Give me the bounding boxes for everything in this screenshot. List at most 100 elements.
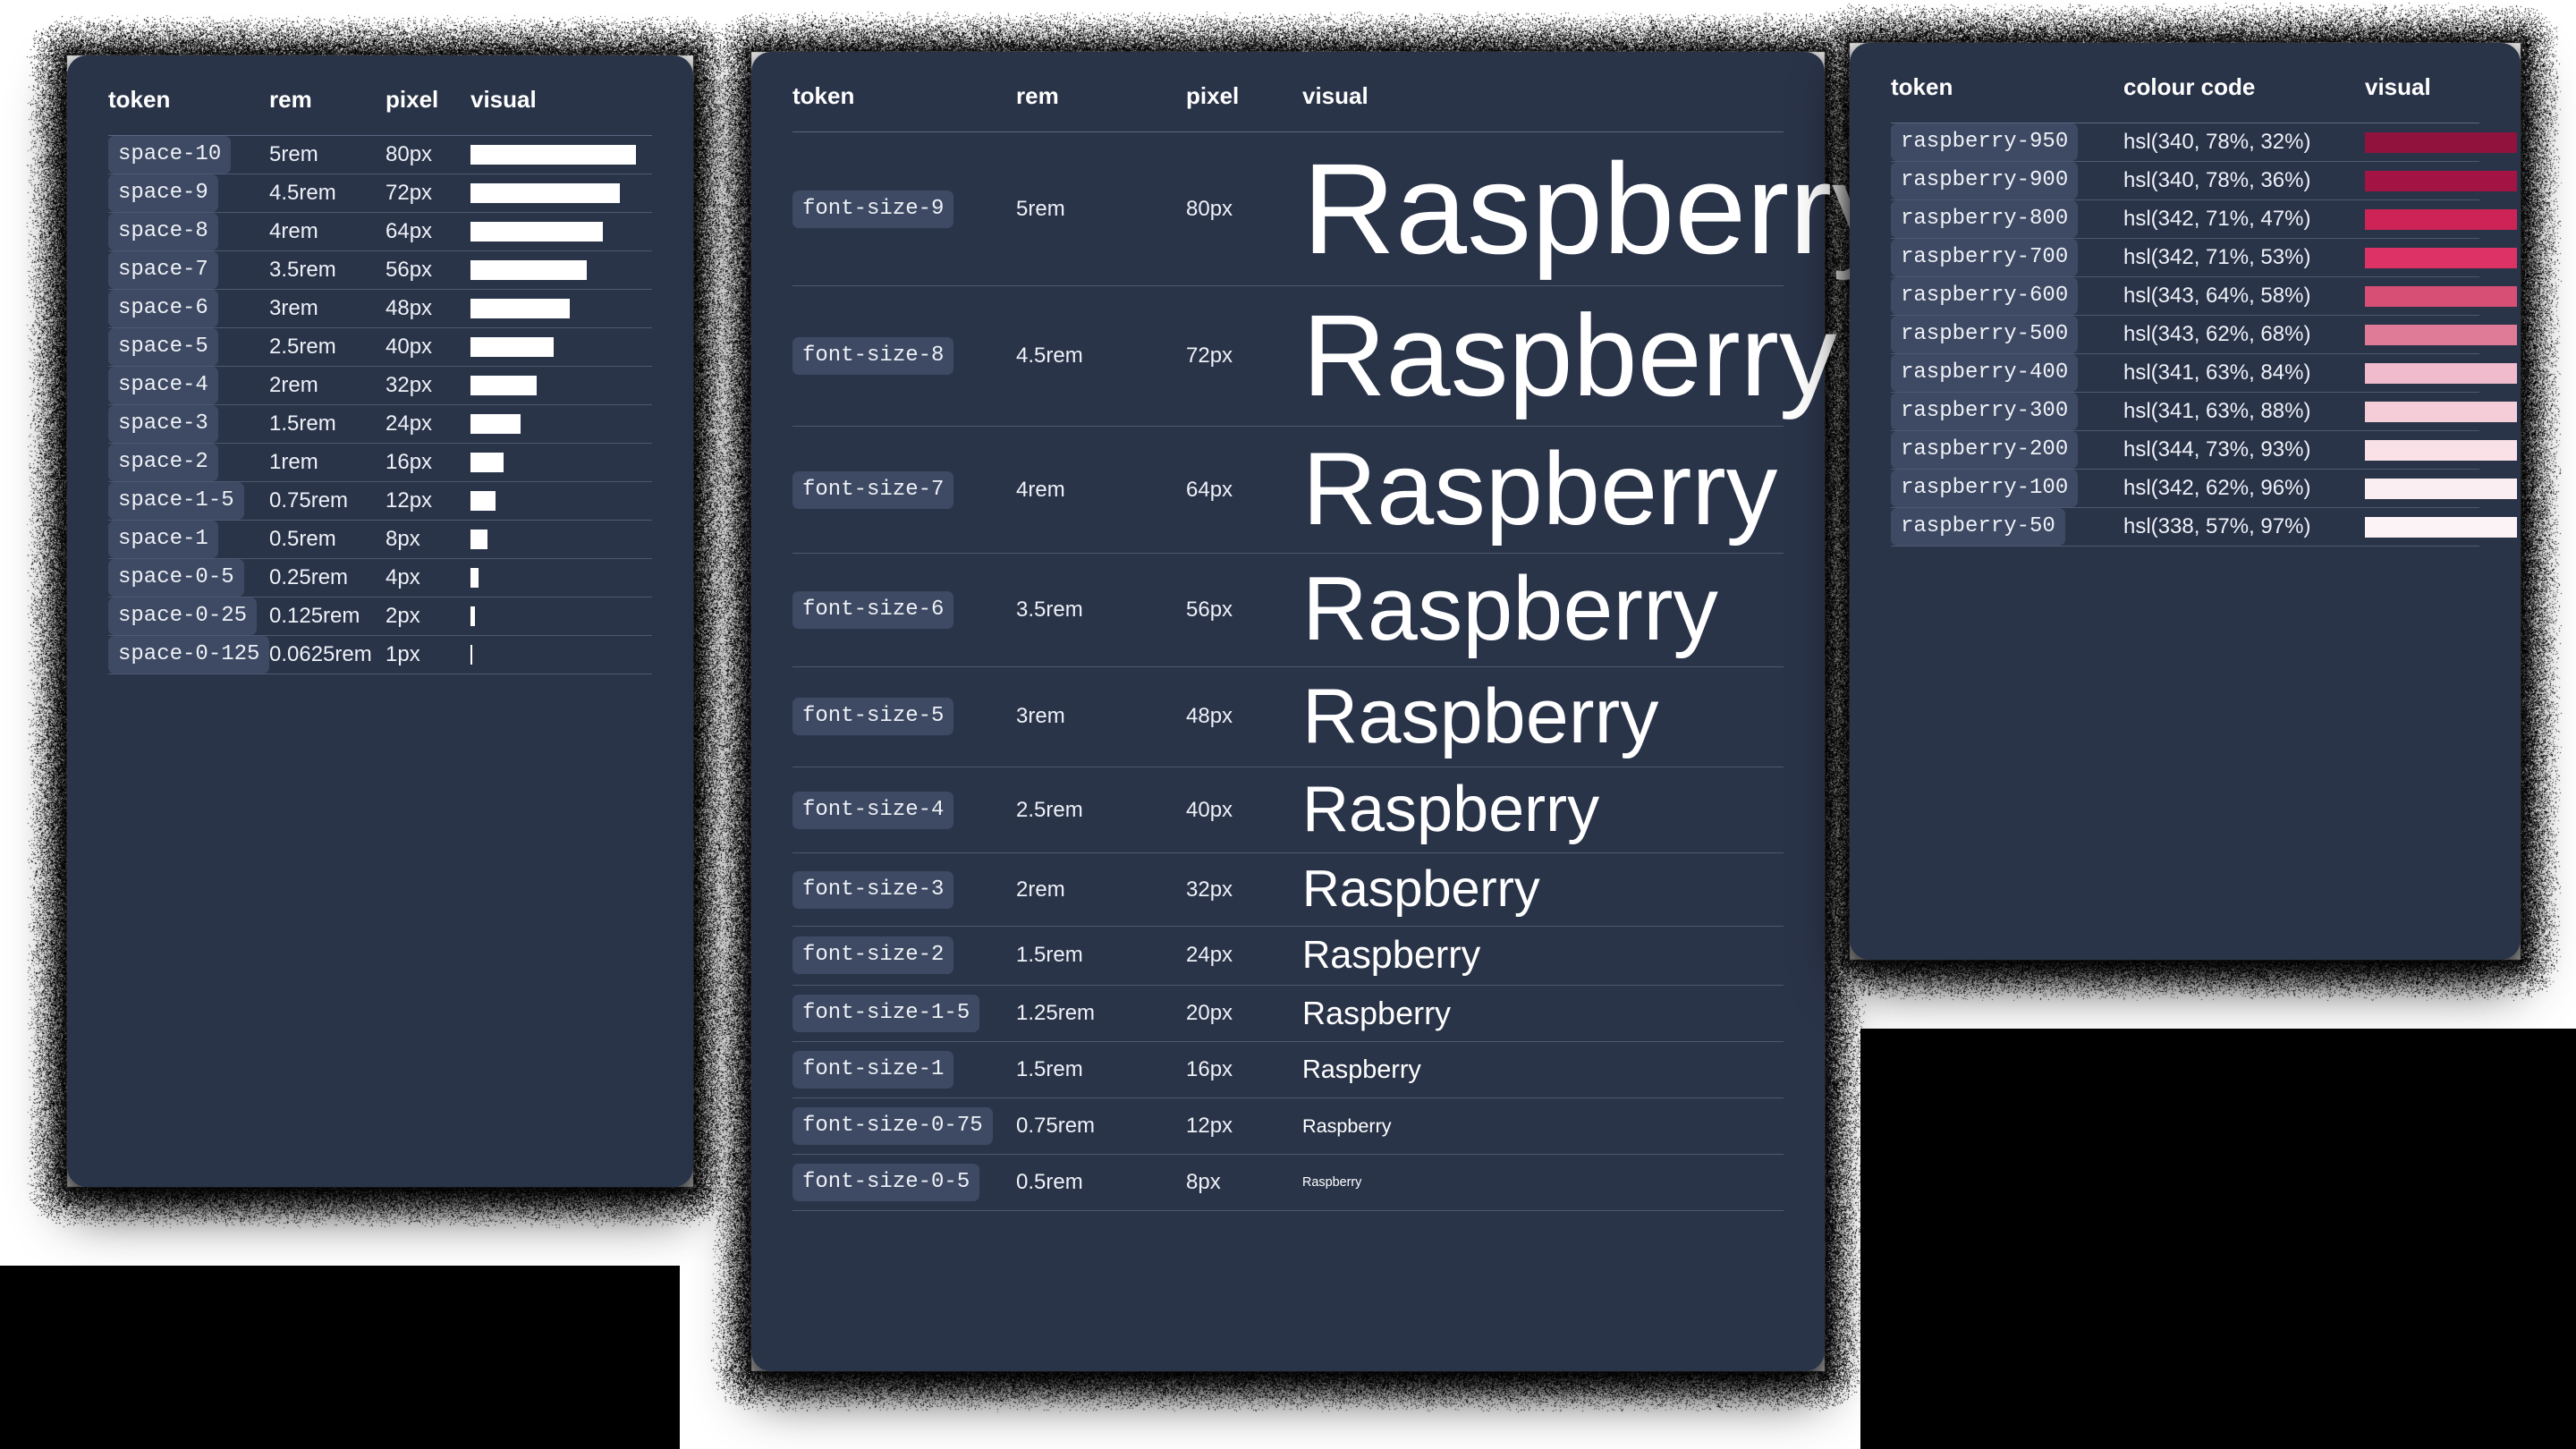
- pixel-cell: 16px: [1186, 1042, 1302, 1098]
- pixel-cell: 8px: [386, 521, 470, 559]
- table-row: font-size-6 3.5rem 56px Raspberry: [792, 554, 1784, 667]
- token-badge[interactable]: font-size-1-5: [792, 995, 979, 1032]
- visual-cell: Raspberry: [1302, 853, 1784, 926]
- pixel-cell: 2px: [386, 597, 470, 636]
- colour-code-cell: hsl(340, 78%, 32%): [2123, 123, 2365, 162]
- token-badge[interactable]: font-size-1: [792, 1051, 953, 1089]
- token-badge[interactable]: space-3: [108, 405, 218, 443]
- token-badge[interactable]: space-4: [108, 367, 218, 404]
- token-cell: space-8: [108, 213, 269, 251]
- table-row: space-7 3.5rem 56px: [108, 251, 652, 290]
- colour-code-value: hsl(344, 73%, 93%): [2123, 437, 2310, 462]
- token-badge[interactable]: space-2: [108, 444, 218, 481]
- colour-code-cell: hsl(343, 64%, 58%): [2123, 277, 2365, 316]
- token-badge[interactable]: raspberry-300: [1891, 393, 2078, 430]
- token-badge[interactable]: space-0-125: [108, 636, 269, 674]
- visual-cell: [2365, 316, 2479, 354]
- token-badge[interactable]: raspberry-200: [1891, 431, 2078, 469]
- table-row: font-size-0-75 0.75rem 12px Raspberry: [792, 1098, 1784, 1155]
- token-badge[interactable]: raspberry-800: [1891, 200, 2078, 238]
- font-sample-text: Raspberry: [1302, 141, 1784, 276]
- colour-swatch: [2365, 402, 2517, 422]
- rem-value: 0.5rem: [269, 527, 336, 551]
- token-badge[interactable]: font-size-6: [792, 591, 953, 629]
- token-badge[interactable]: raspberry-700: [1891, 239, 2078, 276]
- spacing-bar: [470, 222, 603, 242]
- pixel-cell: 48px: [1186, 667, 1302, 767]
- table-row: raspberry-950 hsl(340, 78%, 32%): [1891, 123, 2479, 162]
- table-row: space-10 5rem 80px: [108, 136, 652, 174]
- rem-cell: 0.5rem: [269, 521, 386, 559]
- token-badge[interactable]: raspberry-900: [1891, 162, 2078, 199]
- token-cell: raspberry-50: [1891, 508, 2123, 547]
- token-cell: space-9: [108, 174, 269, 213]
- font-sample-text: Raspberry: [1302, 676, 1784, 758]
- font-size-tokens-table: token rem pixel visual font-size-9 5rem 80…: [792, 82, 1784, 1211]
- rem-value: 5rem: [1016, 197, 1065, 221]
- pixel-cell: 40px: [386, 328, 470, 367]
- pixel-cell: 64px: [1186, 427, 1302, 554]
- pixel-cell: 80px: [386, 136, 470, 174]
- token-badge[interactable]: space-7: [108, 251, 218, 289]
- token-badge[interactable]: font-size-5: [792, 698, 953, 735]
- visual-cell: [470, 328, 652, 367]
- visual-cell: [2365, 200, 2479, 239]
- token-badge[interactable]: space-5: [108, 328, 218, 366]
- table-row: space-9 4.5rem 72px: [108, 174, 652, 213]
- token-badge[interactable]: raspberry-950: [1891, 123, 2078, 161]
- token-cell: space-0-25: [108, 597, 269, 636]
- pixel-value: 8px: [386, 527, 420, 551]
- token-badge[interactable]: space-1: [108, 521, 218, 558]
- visual-cell: Raspberry: [1302, 286, 1784, 427]
- pixel-value: 56px: [386, 258, 432, 282]
- table-row: raspberry-600 hsl(343, 64%, 58%): [1891, 277, 2479, 316]
- token-badge[interactable]: font-size-3: [792, 871, 953, 909]
- token-badge[interactable]: font-size-9: [792, 191, 953, 228]
- token-badge[interactable]: raspberry-600: [1891, 277, 2078, 315]
- rem-value: 0.5rem: [1016, 1170, 1083, 1194]
- pixel-value: 64px: [386, 219, 432, 243]
- token-badge[interactable]: font-size-8: [792, 337, 953, 375]
- token-badge[interactable]: space-0-25: [108, 597, 257, 635]
- token-cell: font-size-5: [792, 667, 1016, 767]
- pixel-value: 80px: [386, 142, 432, 166]
- visual-cell: [470, 482, 652, 521]
- spacing-bar: [470, 530, 487, 549]
- token-badge[interactable]: space-1-5: [108, 482, 244, 520]
- visual-cell: Raspberry: [1302, 132, 1784, 286]
- token-badge[interactable]: raspberry-100: [1891, 470, 2078, 507]
- token-badge[interactable]: space-8: [108, 213, 218, 250]
- colour-code-value: hsl(341, 63%, 88%): [2123, 399, 2310, 423]
- column-header-visual: visual: [2365, 73, 2479, 123]
- colour-tokens-card: token colour code visual raspberry-950 hs…: [1850, 43, 2521, 960]
- token-badge[interactable]: raspberry-500: [1891, 316, 2078, 353]
- token-badge[interactable]: raspberry-50: [1891, 508, 2065, 546]
- visual-cell: [470, 597, 652, 636]
- visual-cell: Raspberry: [1302, 427, 1784, 554]
- token-badge[interactable]: space-9: [108, 174, 218, 212]
- token-badge[interactable]: space-6: [108, 290, 218, 327]
- column-header-pixel: pixel: [1186, 82, 1302, 132]
- rem-value: 1.5rem: [1016, 1057, 1083, 1081]
- pixel-value: 40px: [386, 335, 432, 359]
- token-badge[interactable]: raspberry-400: [1891, 354, 2078, 392]
- visual-cell: Raspberry: [1302, 1042, 1784, 1098]
- rem-value: 2rem: [1016, 877, 1065, 902]
- rem-value: 0.75rem: [1016, 1114, 1095, 1138]
- colour-swatch: [2365, 440, 2517, 461]
- colour-code-value: hsl(341, 63%, 84%): [2123, 360, 2310, 385]
- token-badge[interactable]: font-size-2: [792, 936, 953, 974]
- token-badge[interactable]: font-size-7: [792, 471, 953, 509]
- token-badge[interactable]: font-size-0-5: [792, 1164, 979, 1201]
- colour-swatch: [2365, 286, 2517, 307]
- rem-cell: 4rem: [269, 213, 386, 251]
- colour-swatch: [2365, 248, 2517, 268]
- rem-cell: 4.5rem: [269, 174, 386, 213]
- token-cell: space-0-5: [108, 559, 269, 597]
- token-badge[interactable]: font-size-4: [792, 792, 953, 829]
- token-badge[interactable]: space-10: [108, 136, 231, 174]
- token-cell: raspberry-300: [1891, 393, 2123, 431]
- token-badge[interactable]: space-0-5: [108, 559, 244, 597]
- colour-swatch: [2365, 479, 2517, 499]
- token-badge[interactable]: font-size-0-75: [792, 1107, 993, 1145]
